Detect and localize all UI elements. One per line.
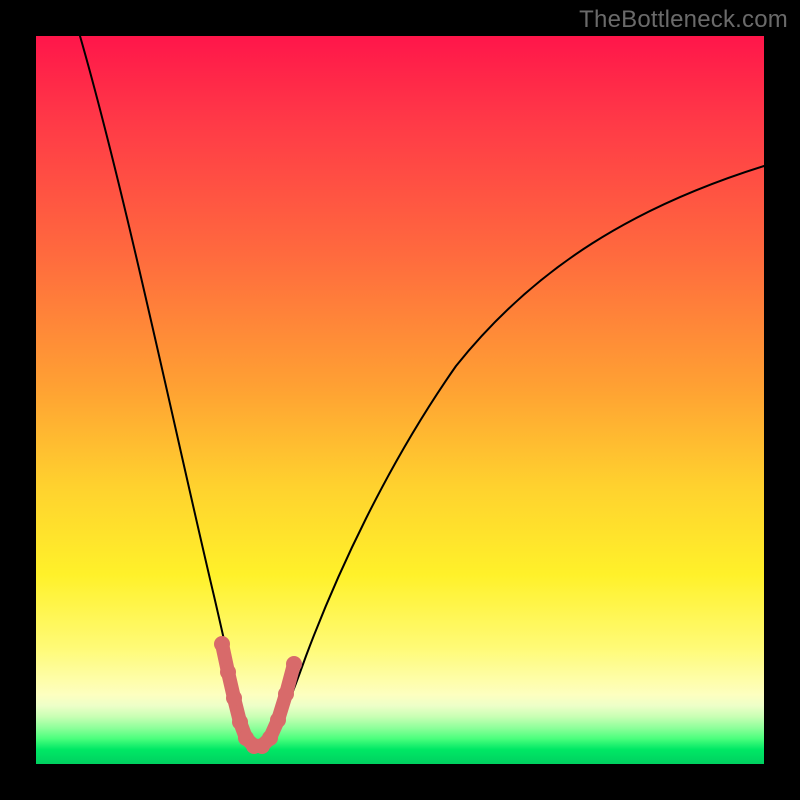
chart-frame: TheBottleneck.com <box>0 0 800 800</box>
bottleneck-curve-line <box>80 36 764 748</box>
chart-svg <box>36 36 764 764</box>
watermark-text: TheBottleneck.com <box>579 6 788 34</box>
plot-area <box>36 36 764 764</box>
